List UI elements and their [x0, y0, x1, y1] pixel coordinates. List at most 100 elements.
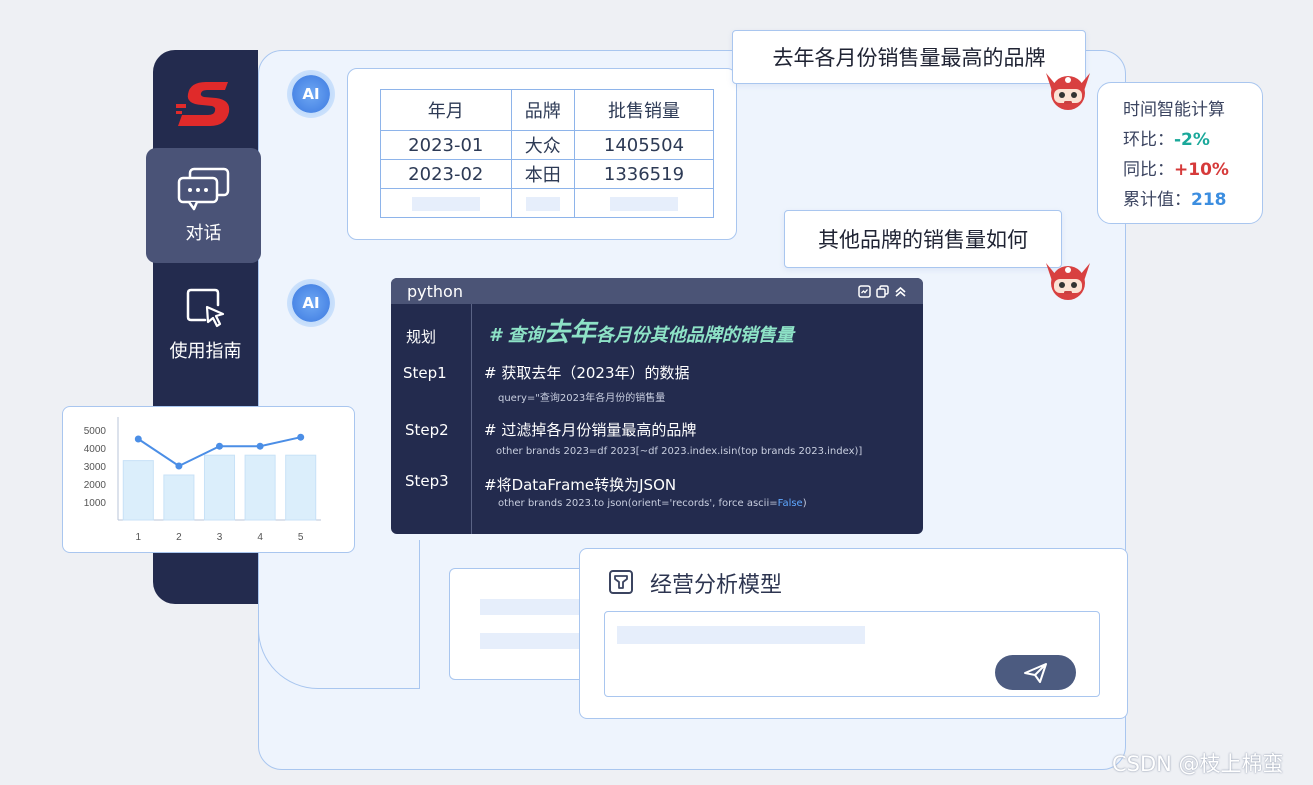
chart-bar	[122, 460, 154, 521]
x-tick-label: 3	[217, 532, 223, 543]
code-language-label: python	[407, 281, 463, 301]
y-tick-label: 5000	[84, 426, 107, 437]
plan-title: # 查询去年各月份其他品牌的销售量	[489, 312, 794, 349]
plan-label: 规划	[406, 328, 437, 346]
placeholder-bar	[480, 633, 590, 649]
yoy-row: 同比：+10%	[1123, 155, 1229, 180]
mom-row: 环比：-2%	[1123, 125, 1210, 150]
table-row-placeholder	[380, 188, 715, 218]
step-comment: #将DataFrame转换为JSON	[484, 476, 677, 494]
user-question-bubble: 其他品牌的销售量如何	[784, 210, 1062, 268]
ai-avatar: AI	[287, 70, 335, 118]
table-cell: 1405504	[573, 130, 715, 160]
send-button[interactable]	[995, 655, 1076, 690]
table-cell: 大众	[510, 130, 575, 160]
combo-chart: 1000 2000 3000 4000 5000 1 2 3 4 5	[84, 417, 321, 543]
step-label: Step1	[403, 364, 447, 382]
step-comment: # 过滤掉各月份销量最高的品牌	[484, 421, 697, 439]
yoy-value: +10%	[1174, 160, 1229, 180]
column-header: 批售销量	[573, 89, 715, 131]
chart-card: 1000 2000 3000 4000 5000 1 2 3 4 5	[62, 406, 355, 553]
step-code: query="查询2023年各月份的销售量	[498, 393, 666, 404]
sidebar-item-guide[interactable]: 使用指南	[153, 280, 258, 370]
step-code-prefix: other brands 2023.to json(orient='record…	[498, 498, 778, 509]
x-tick-label: 2	[176, 532, 182, 543]
cum-value: 218	[1191, 190, 1227, 210]
chart-point	[256, 442, 264, 450]
model-input-card: 经营分析模型	[579, 548, 1128, 719]
y-tick-label: 2000	[84, 480, 107, 491]
table-cell: 1336519	[573, 159, 715, 189]
step-label: Step3	[405, 472, 449, 490]
chart-bar	[244, 454, 276, 521]
cursor-select-icon	[186, 288, 224, 328]
send-icon	[1023, 662, 1047, 683]
sidebar-item-label: 使用指南	[169, 341, 242, 362]
plan-title-emphasis: 去年	[543, 318, 596, 348]
step-code: other brands 2023=df 2023[~df 2023.index…	[496, 446, 863, 457]
chart-point	[216, 442, 223, 450]
user-avatar	[1046, 263, 1090, 300]
step-code-keyword: False	[777, 498, 803, 509]
watermark: CSDN @枝上棉蛮	[1112, 752, 1284, 776]
brand-logo	[176, 82, 230, 126]
code-panel: python 规划 # 查询去年各月份其他品牌的销售量 Step1 # 获取去年…	[391, 278, 923, 534]
user-question-text: 去年各月份销售量最高的品牌	[772, 46, 1046, 70]
chart-icon[interactable]	[858, 284, 871, 298]
table-cell: 2023-01	[380, 130, 512, 160]
step-code: other brands 2023.to json(orient='record…	[498, 498, 807, 509]
step-code-suffix: )	[802, 498, 807, 509]
plan-title-prefix: # 查询	[489, 325, 544, 346]
code-panel-header: python	[391, 278, 923, 304]
x-tick-label: 4	[257, 532, 263, 543]
chart-point	[297, 433, 305, 441]
chat-bubbles-icon	[177, 167, 229, 210]
plan-title-suffix: 各月份其他品牌的销售量	[595, 325, 794, 346]
placeholder-bar	[617, 626, 865, 644]
chart-bar	[203, 454, 236, 521]
result-table-bubble: 年月 品牌 批售销量 2023-01 大众 1405504 2023-02 本田…	[347, 68, 737, 240]
y-tick-label: 4000	[84, 444, 107, 455]
ti-title: 时间智能计算	[1123, 100, 1225, 120]
y-tick-label: 3000	[84, 462, 107, 473]
placeholder-bar	[525, 196, 560, 211]
time-intelligence-card: 时间智能计算 环比：-2% 同比：+10% 累计值：218	[1097, 82, 1263, 224]
y-tick-label: 1000	[84, 498, 107, 509]
chart-bar	[285, 454, 317, 521]
sidebar-item-label: 对话	[185, 222, 222, 244]
paper-curl	[258, 540, 420, 689]
chart-point	[134, 435, 142, 443]
step-label: Step2	[405, 421, 449, 439]
yoy-label: 同比：	[1123, 160, 1174, 180]
query-input[interactable]	[604, 611, 1100, 697]
copy-icon[interactable]	[876, 284, 889, 298]
mom-label: 环比：	[1123, 130, 1174, 150]
sidebar-item-chat[interactable]: 对话	[146, 148, 261, 263]
placeholder-bar	[480, 599, 590, 615]
cum-label: 累计值：	[1123, 190, 1191, 210]
collapse-icon[interactable]	[894, 285, 907, 298]
x-tick-label: 5	[298, 532, 304, 543]
chart-bar	[163, 474, 195, 521]
result-table: 年月 品牌 批售销量 2023-01 大众 1405504 2023-02 本田…	[380, 89, 715, 218]
placeholder-bar	[609, 196, 678, 211]
table-cell: 本田	[510, 159, 575, 189]
mom-value: -2%	[1174, 130, 1210, 150]
table-row: 2023-02 本田 1336519	[380, 159, 715, 189]
table-row: 2023-01 大众 1405504	[380, 130, 715, 160]
user-avatar	[1046, 73, 1090, 110]
x-tick-label: 1	[136, 532, 142, 543]
ai-avatar: AI	[287, 279, 335, 327]
column-header: 品牌	[510, 89, 575, 131]
placeholder-bar	[411, 196, 480, 211]
filter-icon	[609, 570, 633, 594]
step-comment: # 获取去年（2023年）的数据	[484, 364, 690, 382]
model-title: 经营分析模型	[650, 573, 783, 598]
column-header: 年月	[380, 89, 512, 131]
table-cell: 2023-02	[380, 159, 512, 189]
user-question-text: 其他品牌的销售量如何	[818, 228, 1028, 252]
code-divider	[471, 304, 472, 534]
user-question-bubble: 去年各月份销售量最高的品牌	[732, 30, 1086, 84]
chart-point	[175, 462, 183, 470]
cum-row: 累计值：218	[1123, 185, 1227, 210]
